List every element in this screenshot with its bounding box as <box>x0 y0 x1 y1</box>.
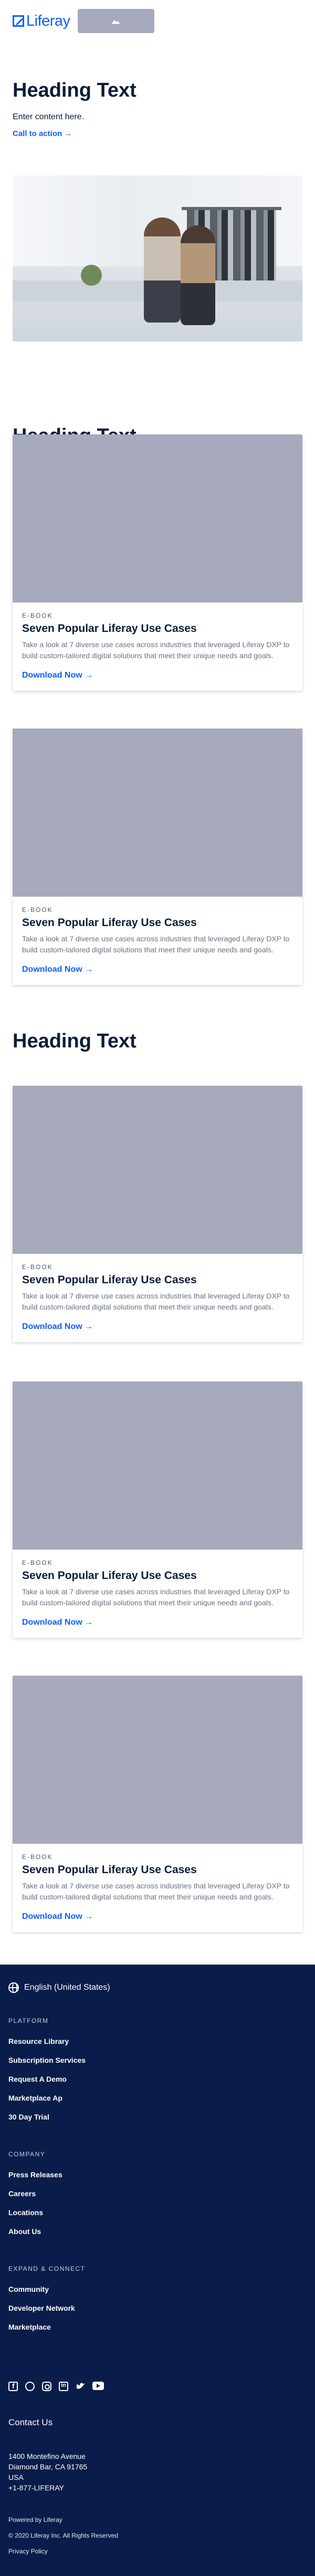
card-description: Take a look at 7 diverse use cases acros… <box>22 934 290 954</box>
card-title: Seven Popular Liferay Use Cases <box>22 1274 197 1286</box>
card-description: Take a look at 7 diverse use cases acros… <box>22 1292 290 1311</box>
card-title: Seven Popular Liferay Use Cases <box>22 1864 197 1876</box>
download-now-link[interactable]: Download Now → <box>22 1618 93 1627</box>
site-footer: English (United States) PLATFORM Resourc… <box>0 1965 315 2576</box>
card-image-placeholder <box>13 1382 302 1550</box>
address-line: USA <box>8 2473 24 2481</box>
card-description: Take a look at 7 diverse use cases acros… <box>22 1587 290 1607</box>
footer-list-expand: Community Developer Network Marketplace <box>8 2280 307 2336</box>
footer-group-heading-company: COMPANY <box>8 2151 46 2158</box>
footer-link[interactable]: Press Releases <box>8 2165 307 2184</box>
address-line: Diamond Bar, CA 91765 <box>8 2463 88 2471</box>
globe-icon <box>8 1982 19 1993</box>
footer-link[interactable]: Careers <box>8 2184 307 2203</box>
footer-link[interactable]: Subscription Services <box>8 2051 307 2070</box>
footer-link[interactable]: Developer Network <box>8 2299 307 2318</box>
footer-link[interactable]: 30 Day Trial <box>8 2107 307 2126</box>
footer-list-platform: Resource Library Subscription Services R… <box>8 2032 307 2126</box>
resource-card[interactable]: E-BOOK Seven Popular Liferay Use Cases T… <box>13 1086 302 1342</box>
card-image-placeholder <box>13 1676 302 1844</box>
footer-link[interactable]: Locations <box>8 2203 307 2222</box>
content-section-2: Heading Text <box>0 1030 149 1054</box>
page: Liferay Heading Text Enter content here.… <box>0 0 315 2576</box>
contact-us-link[interactable]: Contact Us <box>8 2417 307 2428</box>
instagram-icon[interactable] <box>42 2382 51 2391</box>
card-description: Take a look at 7 diverse use cases acros… <box>22 640 290 660</box>
hero-photo <box>13 175 302 341</box>
download-now-link[interactable]: Download Now → <box>22 1322 93 1332</box>
call-to-action-link[interactable]: Call to action → <box>13 129 72 138</box>
footer-link[interactable]: Marketplace <box>8 2318 307 2336</box>
card-description: Take a look at 7 diverse use cases acros… <box>22 1882 290 1901</box>
card-title: Seven Popular Liferay Use Cases <box>22 622 197 635</box>
download-now-link[interactable]: Download Now → <box>22 965 93 974</box>
resource-card[interactable]: E-BOOK Seven Popular Liferay Use Cases T… <box>13 434 302 691</box>
youtube-icon[interactable] <box>92 2382 104 2390</box>
card-image-placeholder <box>13 729 302 897</box>
footer-group-heading-platform: PLATFORM <box>8 2017 49 2024</box>
privacy-policy-link[interactable]: Privacy Policy <box>8 2547 307 2556</box>
card-eyebrow: E-BOOK <box>22 612 53 619</box>
footer-link[interactable]: Community <box>8 2280 307 2299</box>
logo-text: Liferay <box>26 12 70 29</box>
phone-number: +1-877-LIFERAY <box>8 2484 64 2492</box>
facebook-icon[interactable] <box>8 2382 18 2391</box>
card-image-placeholder <box>13 1086 302 1254</box>
resource-card[interactable]: E-BOOK Seven Popular Liferay Use Cases T… <box>13 1382 302 1638</box>
twitter-icon[interactable] <box>76 2382 85 2391</box>
address-line: 1400 Montefino Avenue <box>8 2452 86 2460</box>
footer-link[interactable]: Request A Demo <box>8 2070 307 2089</box>
powered-by-link[interactable]: Powered by Liferay <box>8 2515 307 2525</box>
github-icon[interactable] <box>25 2382 35 2391</box>
linkedin-icon[interactable] <box>59 2382 68 2391</box>
image-placeholder-button[interactable] <box>77 9 154 33</box>
footer-link[interactable]: Marketplace Ap <box>8 2089 307 2107</box>
social-links <box>8 2382 307 2391</box>
site-logo[interactable]: Liferay <box>13 13 70 30</box>
site-header: Liferay <box>0 0 315 42</box>
hero-subtext: Enter content here. <box>13 112 85 121</box>
legal-block: Powered by Liferay © 2020 Liferay Inc. A… <box>8 2515 307 2556</box>
footer-list-company: Press Releases Careers Locations About U… <box>8 2165 307 2241</box>
card-eyebrow: E-BOOK <box>22 1559 53 1566</box>
hero-heading: Heading Text <box>13 79 136 101</box>
card-image-placeholder <box>13 434 302 603</box>
resource-card[interactable]: E-BOOK Seven Popular Liferay Use Cases T… <box>13 1676 302 1932</box>
company-address: 1400 Montefino Avenue Diamond Bar, CA 91… <box>8 2451 307 2493</box>
card-title: Seven Popular Liferay Use Cases <box>22 917 197 929</box>
download-now-link[interactable]: Download Now → <box>22 671 93 680</box>
card-eyebrow: E-BOOK <box>22 906 53 913</box>
image-icon <box>111 19 120 24</box>
language-label: English (United States) <box>24 1983 110 1992</box>
section-heading: Heading Text <box>13 1030 136 1052</box>
download-now-link[interactable]: Download Now → <box>22 1912 93 1921</box>
footer-group-heading-expand: EXPAND & CONNECT <box>8 2265 86 2272</box>
language-selector[interactable]: English (United States) <box>8 1982 307 1993</box>
card-title: Seven Popular Liferay Use Cases <box>22 1570 197 1582</box>
card-eyebrow: E-BOOK <box>22 1263 53 1271</box>
copyright-text: © 2020 Liferay Inc. All Rights Reserved <box>8 2532 118 2539</box>
footer-link[interactable]: Resource Library <box>8 2032 307 2051</box>
footer-link[interactable]: About Us <box>8 2222 307 2241</box>
card-eyebrow: E-BOOK <box>22 1853 53 1861</box>
hero-section: Heading Text Enter content here. Call to… <box>0 42 315 139</box>
resource-card[interactable]: E-BOOK Seven Popular Liferay Use Cases T… <box>13 729 302 985</box>
liferay-logo-icon <box>13 15 24 27</box>
